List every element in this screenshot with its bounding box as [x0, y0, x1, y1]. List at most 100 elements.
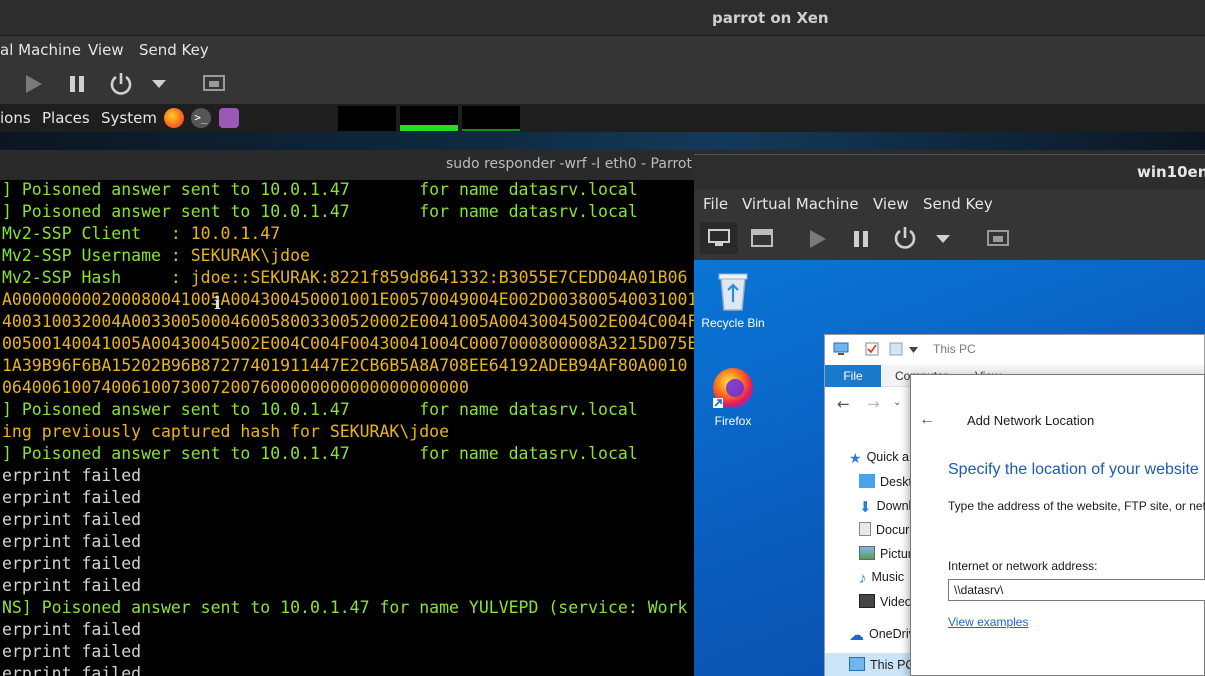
fullscreen-icon[interactable]	[987, 228, 1009, 250]
vm-menu-virtual-machine[interactable]: Virtual Machine	[742, 195, 859, 213]
panel-menu-applications[interactable]: ions	[0, 109, 31, 127]
play-icon[interactable]	[26, 75, 42, 93]
terminal-line: Mv2-SSP Hash : jdoe::SEKURAK:8221f859d86…	[2, 268, 687, 290]
terminal-line: ] Poisoned answer sent to 10.0.1.47 for …	[2, 444, 638, 466]
star-icon: ★	[849, 450, 862, 466]
host-menubar: al Machine View Send Key	[0, 36, 1205, 64]
vm-window-title: win10en	[1137, 163, 1205, 181]
terminal-line: 0640061007400610073007200760000000000000…	[2, 378, 469, 400]
terminal-line: A000000000200080041005A004300450001001E0…	[2, 290, 694, 312]
power-icon[interactable]	[893, 226, 917, 250]
vm-toolbar	[694, 218, 1205, 260]
power-icon[interactable]	[109, 72, 133, 96]
text-cursor-icon: ℹ	[214, 293, 221, 314]
host-menu-machine[interactable]: al Machine	[0, 41, 81, 59]
terminal-line: 1A39B96F6BA15202B96B87277401911447E2CB6B…	[2, 356, 687, 378]
host-menu-view[interactable]: View	[88, 41, 124, 59]
terminal-line: erprint failed	[2, 532, 141, 554]
download-icon: ⬇	[859, 499, 872, 516]
chevron-down-icon[interactable]	[152, 80, 166, 88]
terminal-line: Mv2-SSP Username : SEKURAK\jdoe	[2, 246, 310, 268]
chevron-down-icon[interactable]	[936, 235, 950, 243]
recycle-bin-icon	[718, 273, 748, 311]
terminal-line: erprint failed	[2, 510, 141, 532]
terminal-line-text: erprint failed	[2, 620, 142, 639]
panel-menu-system[interactable]: System	[101, 109, 157, 127]
dialog-description: Type the address of the website, FTP sit…	[948, 499, 1205, 513]
dialog-heading: Specify the location of your website	[948, 461, 1199, 478]
nav-downloads[interactable]: ⬇ Downl	[859, 498, 911, 516]
properties-icon[interactable]	[865, 342, 879, 356]
console-view-button[interactable]	[700, 222, 738, 254]
computer-icon	[833, 342, 849, 355]
add-network-location-dialog: ← Add Network Location Specify the locat…	[910, 374, 1205, 676]
recycle-bin-shortcut[interactable]: Recycle Bin	[694, 268, 772, 330]
terminal-line-text: erprint failed	[2, 510, 142, 529]
videos-icon	[859, 594, 875, 608]
monitor-icon	[708, 229, 730, 246]
vm-menubar: File Virtual Machine View Send Key	[694, 190, 1205, 218]
pictures-icon	[859, 546, 875, 560]
terminal-title: sudo responder -wrf -I eth0 - Parrot T	[446, 156, 705, 172]
terminal-line-text: erprint failed	[2, 554, 142, 573]
pause-icon[interactable]	[853, 230, 869, 248]
terminal-line: 400310032004A003300500046005800330052000…	[2, 312, 694, 334]
back-arrow-icon[interactable]: ←	[919, 411, 935, 429]
firefox-icon[interactable]	[164, 108, 184, 128]
nav-onedrive[interactable]: ☁ OneDriv	[849, 626, 915, 644]
explorer-path: This PC	[933, 342, 976, 356]
firefox-label: Firefox	[714, 414, 752, 428]
panel-menu-places[interactable]: Places	[42, 109, 90, 127]
recycle-bin-label: Recycle Bin	[701, 316, 765, 330]
terminal-line: erprint failed	[2, 576, 141, 598]
nav-music[interactable]: ♪ Music	[859, 570, 904, 587]
nav-documents[interactable]: Docur	[859, 522, 909, 537]
details-icon[interactable]	[751, 229, 773, 247]
vm-menu-view[interactable]: View	[873, 195, 909, 213]
vm-menu-file[interactable]: File	[703, 195, 728, 213]
parrot-panel: ions Places System >_	[0, 104, 1205, 132]
terminal-line-text: erprint failed	[2, 576, 142, 595]
terminal-output[interactable]: ] Poisoned answer sent to 10.0.1.47 for …	[0, 180, 694, 676]
terminal-line: ] Poisoned answer sent to 10.0.1.47 for …	[2, 202, 638, 224]
terminal-icon[interactable]: >_	[191, 108, 211, 128]
terminal-line-text: Mv2-SSP Hash :	[2, 268, 191, 287]
terminal-line-text: ] Poisoned answer sent to 10.0.1.47 for …	[2, 444, 638, 463]
vm-menu-sendkey[interactable]: Send Key	[923, 195, 993, 213]
terminal-line: erprint failed	[2, 642, 141, 664]
back-arrow-icon[interactable]: ←	[837, 395, 850, 413]
terminal-line-text: erprint failed	[2, 532, 142, 551]
terminal-line: ing previously captured hash for SEKURAK…	[2, 422, 449, 444]
new-folder-icon[interactable]	[889, 342, 903, 356]
forward-arrow-icon[interactable]: →	[867, 395, 880, 413]
host-titlebar: parrot on Xen	[0, 0, 1205, 36]
vm-titlebar: win10en	[694, 154, 1205, 190]
fullscreen-icon[interactable]	[203, 73, 225, 95]
host-menu-sendkey[interactable]: Send Key	[139, 41, 209, 59]
terminal-line: erprint failed	[2, 488, 141, 510]
network-graph	[462, 106, 520, 131]
play-icon[interactable]	[810, 230, 826, 248]
network-address-input[interactable]	[948, 579, 1205, 601]
terminal-line-value: 10.0.1.47	[190, 224, 281, 243]
terminal-line-text: erprint failed	[2, 466, 142, 485]
terminal-line: Mv2-SSP Client : 10.0.1.47	[2, 224, 280, 246]
explorer-titlebar: This PC	[825, 335, 1204, 365]
desktop-icon	[859, 474, 875, 488]
ribbon-file-tab[interactable]: File	[825, 365, 881, 387]
text-editor-icon[interactable]	[219, 108, 239, 128]
terminal-titlebar: sudo responder -wrf -I eth0 - Parrot T	[0, 150, 705, 180]
terminal-line: ] Poisoned answer sent to 10.0.1.47 for …	[2, 400, 638, 422]
terminal-line-text: ] Poisoned answer sent to 10.0.1.47 for …	[2, 202, 638, 221]
terminal-line-text: erprint failed	[2, 488, 142, 507]
view-examples-link[interactable]: View examples	[948, 615, 1028, 629]
chevron-down-icon[interactable]: ⌄	[893, 397, 901, 408]
chevron-down-icon[interactable]	[909, 347, 918, 353]
terminal-line-text: ] Poisoned answer sent to 10.0.1.47 for …	[2, 180, 638, 199]
address-label: Internet or network address:	[948, 559, 1098, 573]
pause-icon[interactable]	[69, 75, 85, 93]
nav-this-pc[interactable]: This PC	[849, 657, 914, 672]
terminal-line: NS] Poisoned answer sent to 10.0.1.47 fo…	[2, 598, 687, 620]
firefox-shortcut[interactable]: Firefox	[694, 366, 772, 428]
nav-quick-access[interactable]: ★ Quick a	[849, 450, 909, 466]
